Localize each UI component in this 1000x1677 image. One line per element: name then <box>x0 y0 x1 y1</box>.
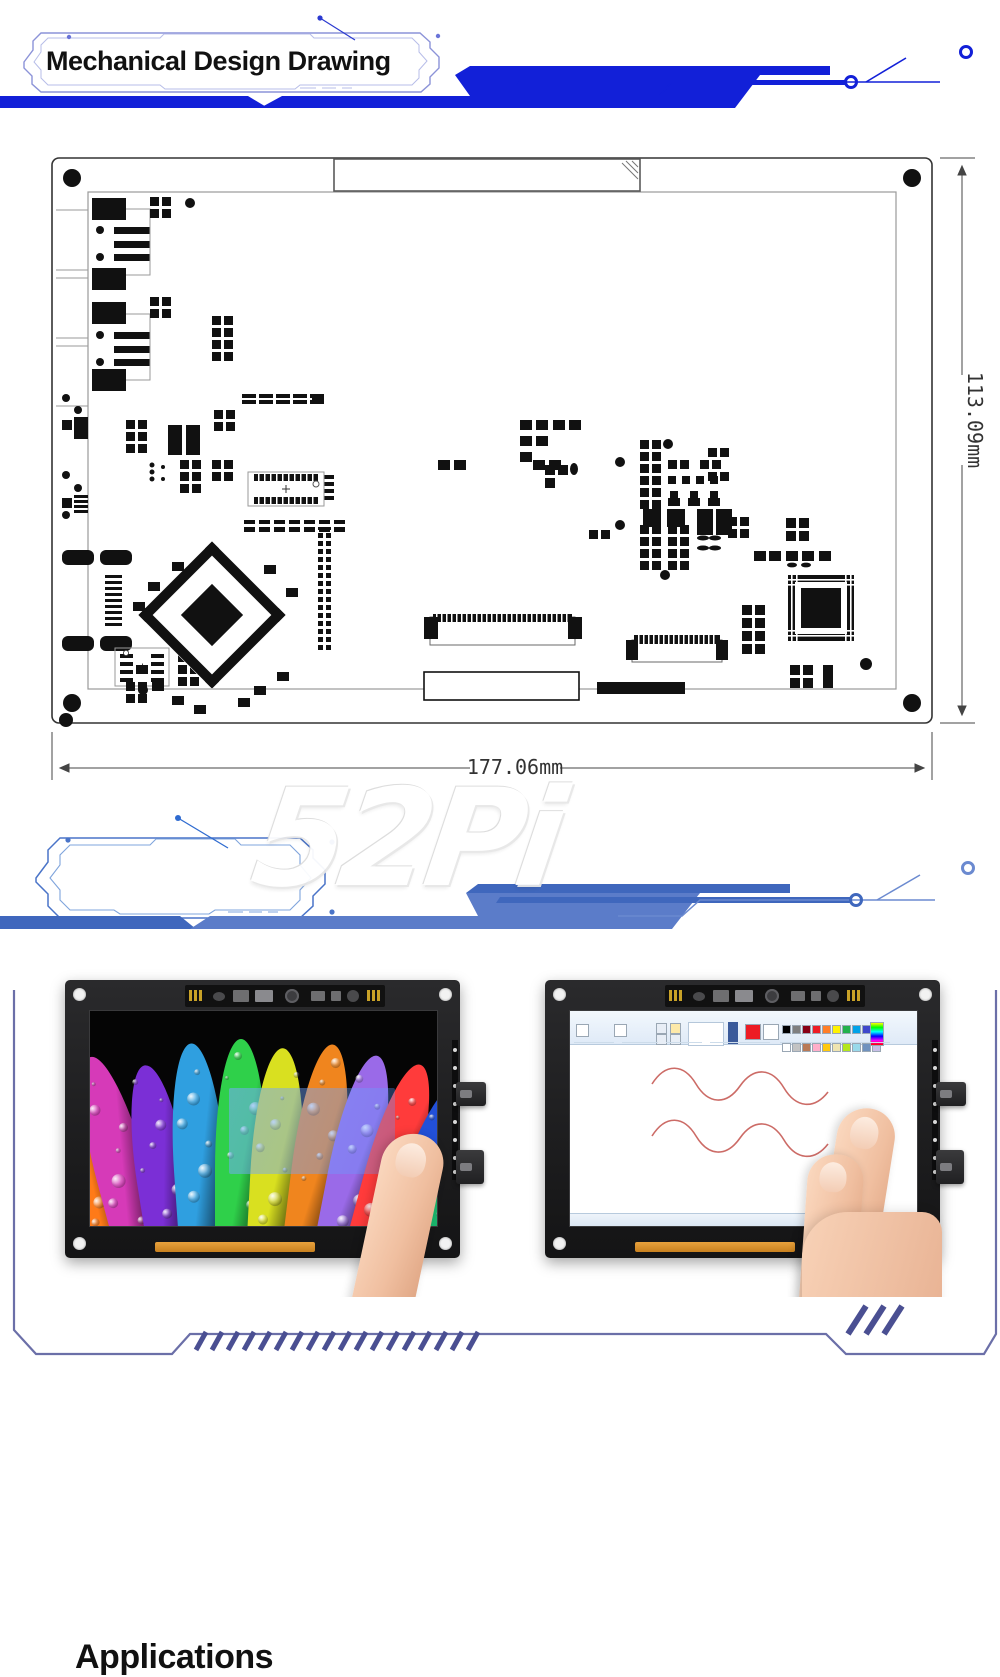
circuit-node-icon <box>317 15 323 21</box>
banner-node-line <box>319 17 356 41</box>
mechanical-drawing-figure: 52Pi 177.06mm 113.09mm <box>0 120 1000 917</box>
water-droplet <box>139 1166 146 1173</box>
usb-port-lower <box>456 1150 484 1184</box>
water-droplet <box>293 1071 300 1078</box>
water-droplet <box>176 1118 189 1131</box>
palette-swatch[interactable] <box>802 1025 811 1034</box>
water-droplet <box>224 1075 229 1080</box>
water-droplet <box>187 1190 201 1204</box>
circuit-node-icon <box>959 45 973 59</box>
water-droplet <box>109 1171 127 1190</box>
water-droplet <box>408 1097 419 1107</box>
paint-ribbon-toolbar[interactable] <box>570 1011 917 1052</box>
palette-swatch[interactable] <box>832 1025 841 1034</box>
hatch-marks-right <box>845 1304 905 1336</box>
section-header-applications: Applications <box>0 800 1000 1676</box>
label-frame-outer <box>35 837 326 919</box>
water-droplet <box>90 1081 96 1087</box>
water-droplet <box>205 1140 213 1148</box>
bga-chip-right <box>788 575 854 641</box>
ribbon-bar-upper <box>466 884 790 893</box>
flex-cable <box>155 1242 315 1252</box>
dimension-height-label: 113.09mm <box>963 372 987 468</box>
onboard-components-strip <box>665 985 865 1007</box>
water-droplet <box>132 1077 140 1085</box>
water-droplet <box>258 1213 269 1225</box>
silkscreen-box <box>423 671 580 701</box>
circuit-node-icon <box>435 33 441 39</box>
palette-swatch[interactable] <box>852 1025 861 1034</box>
water-droplet <box>106 1197 119 1210</box>
label-frame-inner <box>49 838 312 915</box>
mounting-hole-icon <box>919 988 932 1001</box>
water-droplet <box>90 1217 102 1226</box>
usb-port-upper <box>936 1082 966 1106</box>
circuit-node-icon <box>961 861 975 875</box>
water-droplet <box>395 1115 400 1121</box>
section-header-mechanical: Mechanical Design Drawing <box>0 0 1000 110</box>
palette-swatch[interactable] <box>842 1025 851 1034</box>
touch-highlight-overlay <box>228 1088 396 1175</box>
top-connector-slot <box>333 158 641 192</box>
mounting-hole-icon <box>439 1237 452 1250</box>
water-droplet <box>427 1113 436 1122</box>
mounting-hole-icon <box>553 1237 566 1250</box>
usb-port-lower <box>936 1150 964 1184</box>
sop-package-center <box>247 471 325 507</box>
fpc-connector-right <box>626 635 728 663</box>
water-droplet <box>194 1068 201 1076</box>
water-droplet <box>90 1103 102 1118</box>
section-title-mechanical: Mechanical Design Drawing <box>46 46 391 76</box>
onboard-components-strip <box>185 985 385 1007</box>
mounting-hole-icon <box>73 1237 86 1250</box>
fpc-connector-center <box>424 614 582 646</box>
palette-swatch[interactable] <box>792 1025 801 1034</box>
water-droplet <box>117 1121 129 1133</box>
ribbon-left <box>0 916 196 929</box>
palette-swatch[interactable] <box>822 1025 831 1034</box>
water-droplet <box>159 1097 165 1102</box>
water-droplet <box>330 1057 342 1069</box>
pcb-technical-drawing: 177.06mm 113.09mm <box>51 157 987 780</box>
banner-node-line <box>177 817 229 849</box>
application-photo-touch-demo <box>30 962 500 1297</box>
application-photo-multitouch-demo <box>510 962 980 1297</box>
palette-swatch[interactable] <box>782 1025 791 1034</box>
water-droplet <box>114 1147 122 1154</box>
water-droplet <box>354 1074 364 1084</box>
water-droplet <box>268 1191 283 1206</box>
water-droplet <box>161 1207 174 1220</box>
mounting-hole-icon <box>439 988 452 1001</box>
water-droplet <box>435 1211 437 1218</box>
usb-port-upper <box>456 1082 486 1106</box>
water-droplet <box>300 1176 307 1182</box>
palette-swatch[interactable] <box>812 1025 821 1034</box>
water-droplet <box>335 1214 350 1226</box>
circuit-node-icon <box>65 837 71 843</box>
circuit-node-icon <box>329 839 335 845</box>
circuit-node-icon <box>329 909 335 915</box>
ribbon-bar-upper <box>455 66 830 75</box>
water-droplet <box>233 1051 242 1060</box>
flex-cable <box>635 1242 795 1252</box>
hand-palm <box>802 1212 942 1297</box>
mounting-hole-icon <box>553 988 566 1001</box>
water-droplet <box>198 1163 214 1179</box>
ribbon-left <box>0 96 268 108</box>
bottom-tab <box>597 682 685 694</box>
water-droplet <box>318 1079 326 1087</box>
circuit-node-icon <box>66 34 72 40</box>
applications-section <box>0 930 1000 1451</box>
dimension-width-label: 177.06mm <box>467 755 563 779</box>
section-title-applications: Applications <box>75 1638 274 1676</box>
water-droplet <box>148 1141 157 1150</box>
mounting-hole-icon <box>73 988 86 1001</box>
water-droplet <box>187 1092 201 1107</box>
banner-decoration-applications <box>0 815 975 929</box>
water-droplet <box>154 1118 167 1132</box>
circuit-node-icon <box>175 815 181 821</box>
